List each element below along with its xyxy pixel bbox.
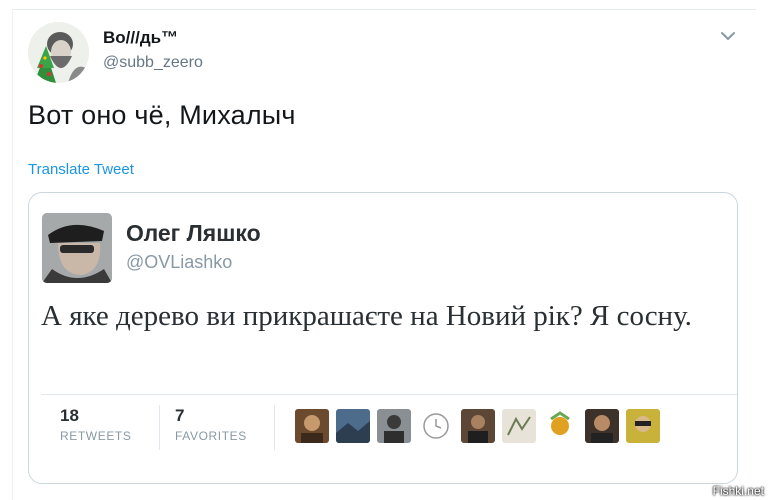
favoriter-avatar[interactable] <box>336 409 370 443</box>
person-avatar-icon <box>295 409 329 443</box>
quoted-tweet-text: А яке дерево ви прикрашаєте на Новий рік… <box>41 300 692 332</box>
drawing-avatar-icon <box>502 409 536 443</box>
favoriter-avatar[interactable] <box>543 409 577 443</box>
user-handle[interactable]: @subb_zeero <box>103 54 203 72</box>
left-divider <box>12 9 13 500</box>
tweet-text: Вот оно чё, Михалыч <box>28 100 296 130</box>
person-avatar-icon <box>377 409 411 443</box>
cartoon-avatar-icon <box>543 409 577 443</box>
favorites-stat[interactable]: 7 FAVORITES <box>175 406 247 443</box>
person-avatar-icon <box>626 409 660 443</box>
retweets-stat[interactable]: 18 RETWEETS <box>60 406 131 443</box>
tweet-menu-button[interactable] <box>718 28 738 44</box>
favoriter-avatar[interactable] <box>461 409 495 443</box>
favoriter-avatar[interactable] <box>295 409 329 443</box>
quoted-user-handle[interactable]: @OVLiashko <box>126 252 232 273</box>
favorites-count: 7 <box>175 406 185 425</box>
quoted-tweet-card[interactable]: Олег Ляшко @OVLiashko А яке дерево ви пр… <box>28 192 738 484</box>
quoted-user-avatar[interactable] <box>42 213 112 283</box>
retweets-label: RETWEETS <box>60 429 132 443</box>
top-divider <box>12 9 756 10</box>
person-avatar-icon <box>585 409 619 443</box>
favoriter-avatar[interactable] <box>626 409 660 443</box>
bearded-man-avatar-icon <box>28 22 89 83</box>
favoriter-avatar[interactable] <box>585 409 619 443</box>
quoted-display-name[interactable]: Олег Ляшко <box>126 220 261 247</box>
favorites-label: FAVORITES <box>175 429 247 443</box>
stats-divider <box>41 394 737 395</box>
favoriter-avatar[interactable] <box>502 409 536 443</box>
translate-tweet-link[interactable]: Translate Tweet <box>28 161 134 178</box>
stat-separator <box>159 405 160 450</box>
person-avatar-icon <box>461 409 495 443</box>
user-avatar[interactable] <box>28 22 89 83</box>
favoriter-avatar[interactable] <box>419 409 453 443</box>
display-name[interactable]: Во///дь™ <box>103 28 178 48</box>
landscape-avatar-icon <box>336 409 370 443</box>
watermark: Fishki.net <box>712 484 764 498</box>
chevron-down-icon <box>721 32 735 40</box>
retweets-count: 18 <box>60 406 79 425</box>
man-in-cap-avatar-icon <box>42 213 112 283</box>
favoriter-avatar[interactable] <box>377 409 411 443</box>
stat-separator <box>274 405 275 450</box>
clock-avatar-icon <box>419 409 453 443</box>
